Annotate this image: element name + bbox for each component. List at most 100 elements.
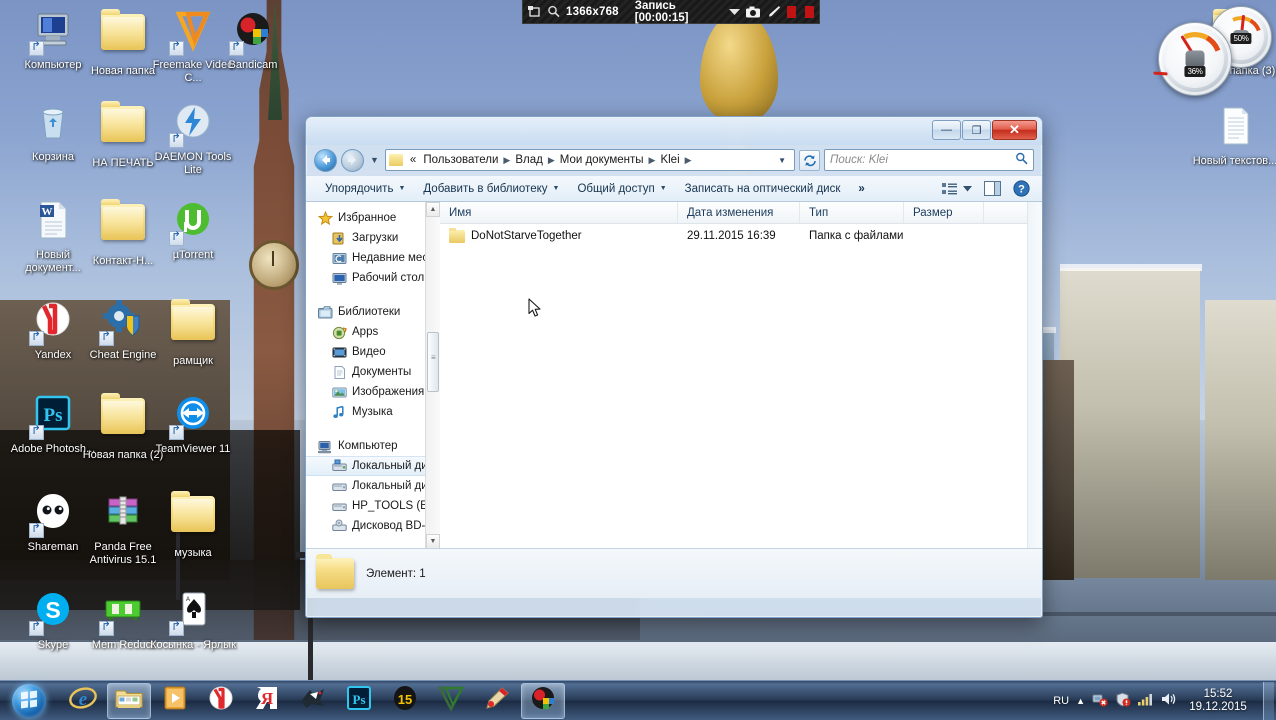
sidebar-item-recent-places[interactable]: Недавние места — [306, 248, 440, 268]
sidebar-item-music-library[interactable]: Музыка — [306, 402, 440, 422]
file-explorer-window[interactable]: — ❐ ✕ ▼ « Пользователи ▶ Влад ▶ Мои доку… — [305, 116, 1043, 618]
security-alert-icon[interactable] — [1115, 691, 1131, 710]
desktop-icon-text-document[interactable]: Новый текстов... — [1190, 104, 1276, 168]
sidebar-item-system-drive[interactable]: Локальный диск — [306, 456, 440, 476]
taskbar-button-media-player[interactable] — [153, 683, 197, 719]
pen-icon[interactable] — [767, 5, 781, 19]
close-button[interactable]: ✕ — [992, 120, 1037, 140]
breadcrumb-separator-icon[interactable]: ▶ — [648, 155, 657, 166]
toolbar-overflow-button[interactable]: » — [849, 179, 873, 199]
desktop-icon-utorrent[interactable]: µTorrent — [148, 198, 238, 262]
desktop-icon-folder[interactable]: рамщик — [148, 298, 238, 368]
language-indicator[interactable]: RU — [1053, 695, 1069, 707]
sidebar-item-drive[interactable]: HP_TOOLS (E:) — [306, 496, 440, 516]
view-dropdown-icon[interactable] — [961, 179, 974, 198]
breadcrumb-item-3[interactable]: Klei — [657, 153, 682, 167]
stop-recording-button[interactable] — [805, 5, 815, 18]
forward-arrow-icon[interactable] — [341, 148, 364, 172]
column-header-size[interactable]: Размер — [904, 202, 984, 223]
toolbar-share-button[interactable]: Общий доступ ▼ — [568, 179, 675, 199]
address-dropdown-icon[interactable]: ▼ — [778, 156, 791, 165]
sidebar-item-optical-drive[interactable]: Дисковод BD-RO — [306, 516, 440, 536]
breadcrumb-overflow[interactable]: « — [407, 153, 419, 167]
bandicam-recording-toolbar[interactable]: 1366x768 Запись [00:00:15] — [522, 0, 820, 24]
desktop-icon-daemon-tools[interactable]: DAEMON Tools Lite — [148, 100, 238, 176]
column-header-name[interactable]: Имя — [440, 202, 678, 223]
signal-bars-icon[interactable] — [1138, 692, 1154, 709]
sidebar-group-0[interactable]: Избранное — [306, 208, 440, 228]
pause-recording-button[interactable] — [787, 5, 797, 18]
toolbar-organize-button[interactable]: Упорядочить ▼ — [316, 179, 414, 199]
sidebar-item-apps-library[interactable]: Apps — [306, 322, 440, 342]
scroll-up-arrow-icon[interactable]: ▲ — [426, 202, 440, 217]
taskbar-button-bird-app[interactable] — [291, 683, 335, 719]
help-icon[interactable]: ? — [1010, 179, 1032, 198]
sidebar-item-drive[interactable]: Локальный диск — [306, 476, 440, 496]
minimize-button[interactable]: — — [932, 120, 961, 140]
toolbar-burn-button[interactable]: Записать на оптический диск — [676, 179, 850, 199]
start-button[interactable] — [2, 682, 56, 720]
taskbar[interactable]: e Я Ps 15 RU ▲ 15:52 19.12.2015 — [0, 680, 1276, 720]
desktop-icon-folder[interactable]: музыка — [148, 490, 238, 560]
sidebar-item-video-library[interactable]: Видео — [306, 342, 440, 362]
sidebar-group-1[interactable]: Библиотеки — [306, 302, 440, 322]
chevron-down-icon: ▼ — [659, 185, 667, 192]
show-desktop-button[interactable] — [1263, 681, 1274, 720]
file-list-scrollbar[interactable] — [1027, 202, 1042, 548]
window-title-bar[interactable]: — ❐ ✕ — [306, 117, 1042, 145]
back-arrow-icon[interactable] — [314, 148, 337, 172]
sidebar-item-documents-library[interactable]: Документы — [306, 362, 440, 382]
breadcrumb-separator-icon[interactable]: ▶ — [684, 155, 693, 166]
address-bar[interactable]: « Пользователи ▶ Влад ▶ Мои документы ▶ … — [384, 149, 795, 171]
cpu-ram-meter-gadget[interactable]: 50% 36% — [1153, 4, 1274, 99]
search-input[interactable]: Поиск: Klei — [824, 149, 1034, 171]
chevron-down-icon[interactable] — [728, 5, 740, 19]
sidebar-item-desktop[interactable]: Рабочий стол — [306, 268, 440, 288]
column-header-type[interactable]: Тип — [800, 202, 904, 223]
taskbar-button-windows-explorer[interactable] — [107, 682, 151, 719]
taskbar-button-yandex-browser[interactable] — [199, 683, 243, 719]
breadcrumb-separator-icon[interactable]: ▶ — [502, 155, 511, 166]
breadcrumb-separator-icon[interactable]: ▶ — [547, 155, 556, 166]
taskbar-button-yandex-search[interactable]: Я — [245, 683, 289, 719]
search-icon[interactable] — [1015, 152, 1028, 168]
camera-icon[interactable] — [746, 5, 761, 19]
target-icon[interactable] — [528, 5, 541, 19]
sidebar-scrollbar[interactable]: ▲ ▼ — [425, 202, 440, 548]
sidebar-group-2[interactable]: Компьютер — [306, 436, 440, 456]
toolbar-add-to-library-button[interactable]: Добавить в библиотеку ▼ — [414, 179, 568, 199]
scroll-down-arrow-icon[interactable]: ▼ — [426, 534, 440, 548]
view-list-icon[interactable] — [939, 179, 961, 198]
network-error-icon[interactable] — [1092, 692, 1108, 710]
desktop-icon-solitaire[interactable]: A Косынка - Ярлык — [148, 588, 238, 652]
history-dropdown-icon[interactable]: ▼ — [368, 155, 381, 165]
chevron-up-icon[interactable]: ▲ — [1076, 696, 1085, 706]
column-header-date[interactable]: Дата изменения — [678, 202, 800, 223]
taskbar-button-photoshop[interactable]: Ps — [337, 683, 381, 719]
desktop-icon-teamviewer[interactable]: TeamViewer 11 — [148, 392, 238, 456]
taskbar-button-freemake-video[interactable] — [429, 683, 473, 719]
taskbar-button-bandicam[interactable] — [521, 682, 565, 719]
scrollbar-thumb[interactable] — [427, 332, 439, 392]
volume-icon[interactable] — [1161, 692, 1178, 709]
breadcrumb-item-1[interactable]: Влад — [512, 153, 546, 167]
file-list-pane[interactable]: Имя Дата изменения Тип Размер DoNotStarv… — [440, 202, 1042, 548]
command-toolbar: Упорядочить ▼ Добавить в библиотеку ▼ Об… — [306, 175, 1042, 202]
taskbar-button-panda-antivirus[interactable]: 15 — [383, 683, 427, 719]
magnifier-icon[interactable] — [547, 5, 560, 19]
sidebar-item-pictures-library[interactable]: Изображения — [306, 382, 440, 402]
maximize-button[interactable]: ❐ — [962, 120, 991, 140]
taskbar-button-internet-explorer[interactable]: e — [61, 683, 105, 719]
taskbar-button-paint-tool[interactable] — [475, 683, 519, 719]
navigation-pane[interactable]: Избранное Загрузки Недавние места Рабочий с… — [306, 202, 440, 548]
file-name-cell[interactable]: DoNotStarveTogether — [440, 227, 678, 243]
breadcrumb-item-2[interactable]: Мои документы — [557, 153, 647, 167]
table-row[interactable]: DoNotStarveTogether 29.11.2015 16:39 Папка… — [440, 224, 1042, 246]
preview-pane-icon[interactable] — [981, 179, 1003, 198]
desktop-icon-bandicam[interactable]: Bandicam — [208, 8, 298, 72]
toolbar-item-label: Общий доступ — [577, 182, 655, 195]
sidebar-item-downloads[interactable]: Загрузки — [306, 228, 440, 248]
breadcrumb-item-0[interactable]: Пользователи — [420, 153, 501, 167]
clock[interactable]: 15:52 19.12.2015 — [1185, 688, 1251, 714]
refresh-button[interactable] — [799, 149, 820, 171]
